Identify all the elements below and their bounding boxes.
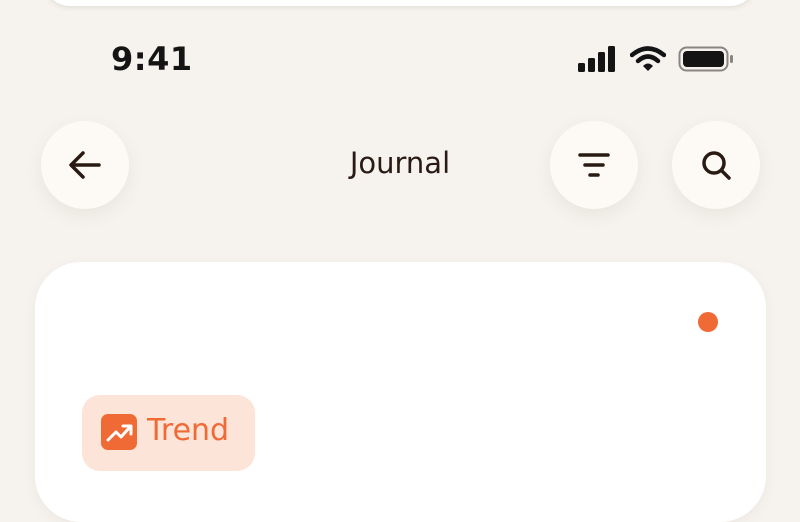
status-icons	[578, 44, 734, 74]
wifi-icon	[630, 46, 666, 71]
cellular-signal-icon	[578, 46, 615, 72]
previous-card-edge	[44, 0, 756, 6]
search-button[interactable]	[672, 121, 760, 209]
status-time: 9:41	[111, 40, 193, 78]
journal-entry-card[interactable]	[35, 262, 766, 522]
trending-up-icon	[101, 414, 137, 450]
filter-icon	[578, 153, 610, 177]
search-icon	[702, 151, 731, 180]
trend-tag-label: Trend	[147, 413, 230, 448]
filter-button[interactable]	[550, 121, 638, 209]
unread-indicator	[698, 312, 718, 332]
battery-icon	[678, 46, 733, 72]
